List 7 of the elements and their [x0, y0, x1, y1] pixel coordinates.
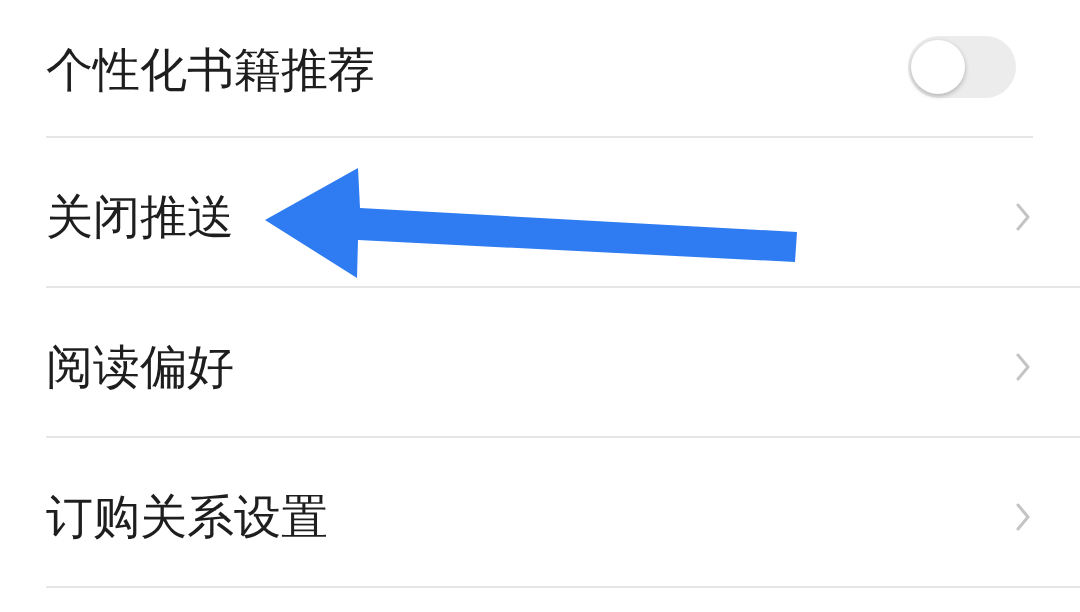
settings-menu-item[interactable]: 订购关系设置	[46, 438, 1080, 588]
chevron-right-icon	[1016, 353, 1030, 381]
settings-menu-item[interactable]: 阅读偏好	[46, 288, 1080, 438]
chevron-right-icon	[1016, 203, 1030, 231]
setting-label: 个性化书籍推荐	[46, 41, 375, 99]
chevron-right-icon	[1016, 503, 1030, 531]
toggle-switch[interactable]	[908, 36, 1016, 98]
